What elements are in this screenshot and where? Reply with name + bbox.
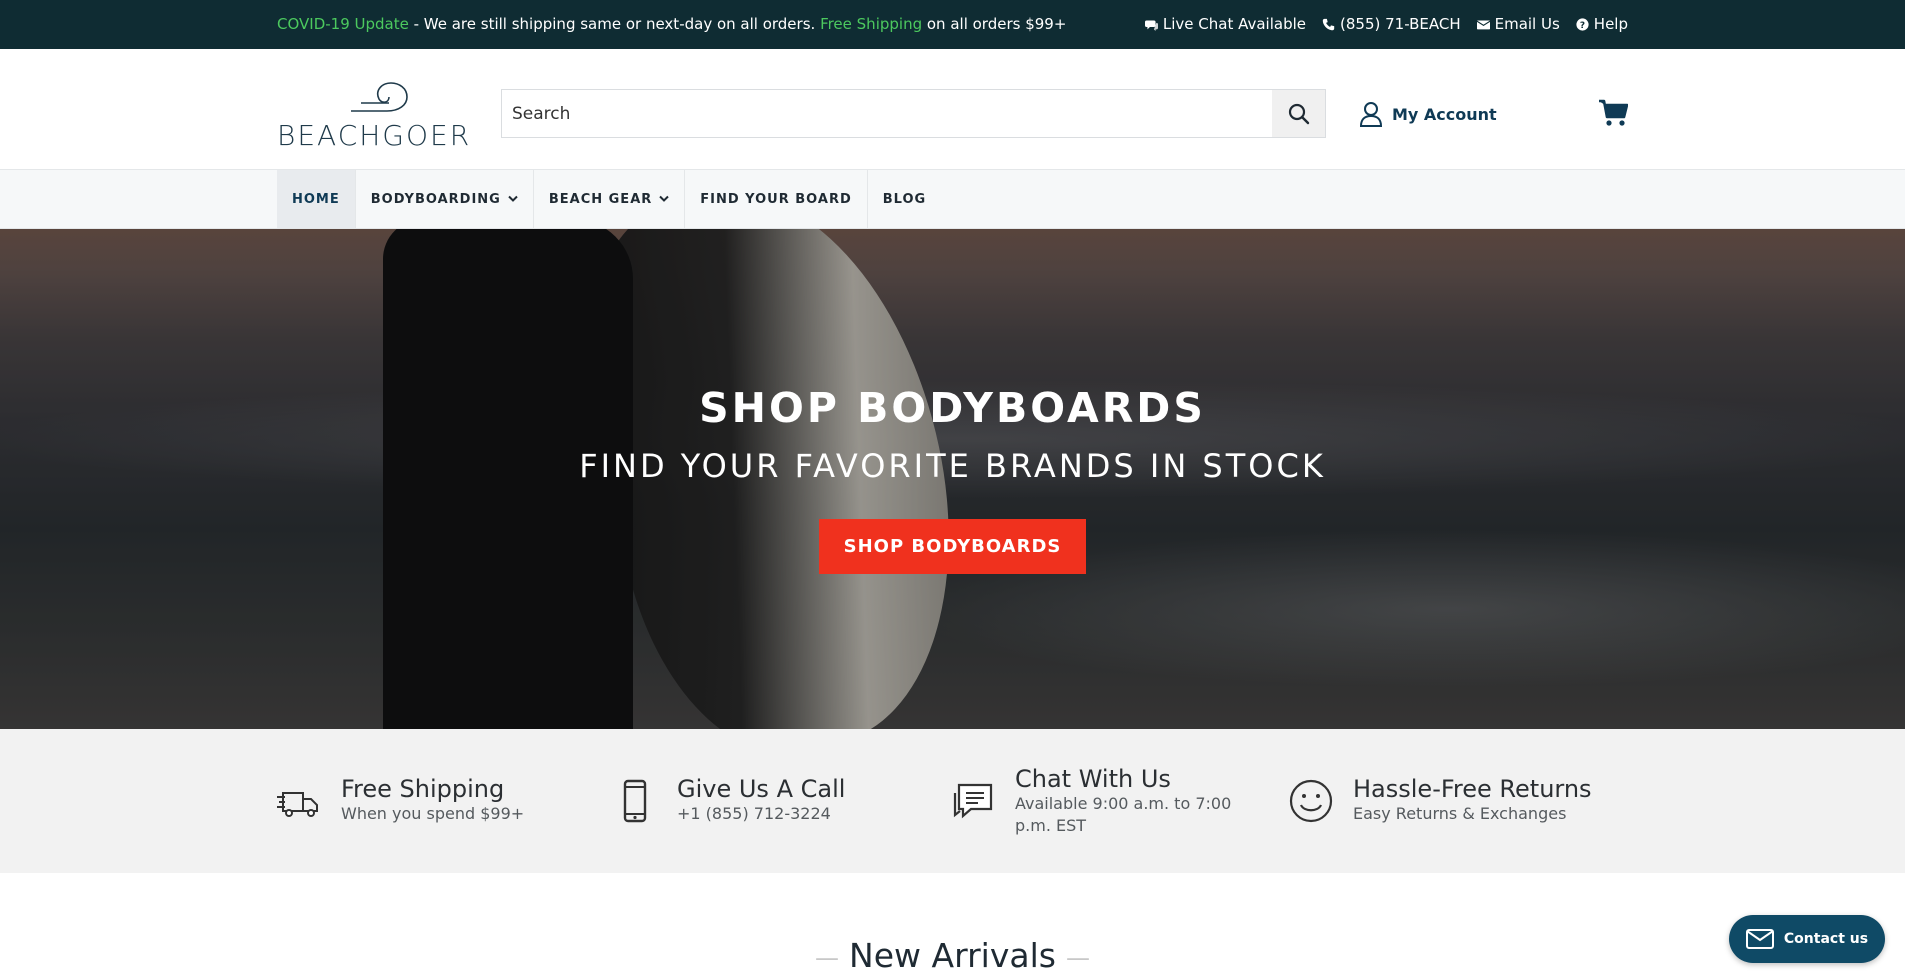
free-shipping-suffix: on all orders $99+ — [922, 15, 1067, 33]
feature-title: Hassle-Free Returns — [1353, 775, 1592, 803]
nav-item-label: BLOG — [882, 191, 927, 207]
phone-icon — [1322, 18, 1335, 30]
email-link[interactable]: Email Us — [1476, 15, 1560, 33]
main-navigation: HOME BODYBOARDING BEACH GEAR FIND YOUR B… — [0, 170, 1905, 229]
truck-icon — [277, 792, 318, 817]
help-label: Help — [1593, 15, 1628, 33]
feature-subtitle: When you spend $99+ — [341, 804, 525, 823]
feature-title: Chat With Us — [1015, 765, 1171, 793]
search-icon — [1288, 103, 1309, 124]
search-input[interactable] — [502, 90, 1272, 137]
heading-dash-right: — — [1065, 943, 1090, 972]
phone-label: (855) 71-BEACH — [1340, 15, 1461, 33]
feature-subtitle: Easy Returns & Exchanges — [1353, 804, 1567, 823]
nav-item-label: HOME — [292, 191, 340, 207]
covid-announcement: COVID-19 Update - We are still shipping … — [277, 15, 1066, 33]
envelope-icon — [1745, 929, 1774, 949]
nav-item-beach-gear[interactable]: BEACH GEAR — [534, 170, 686, 228]
phone-link[interactable]: (855) 71-BEACH — [1322, 15, 1461, 33]
shopping-cart-icon — [1599, 99, 1629, 126]
utility-links: Live Chat Available (855) 71-BEACH Email… — [1144, 15, 1628, 33]
covid-message: - We are still shipping same or next-day… — [408, 15, 821, 33]
feature-returns: Hassle-Free Returns Easy Returns & Excha… — [1289, 775, 1603, 825]
hero-title: SHOP BODYBOARDS — [699, 384, 1206, 432]
feature-chat: Chat With Us Available 9:00 a.m. to 7:00… — [951, 765, 1265, 837]
contact-us-label: Contact us — [1783, 931, 1869, 947]
hero-banner: SHOP BODYBOARDS FIND YOUR FAVORITE BRAND… — [0, 229, 1905, 729]
new-arrivals-title: New Arrivals — [849, 936, 1056, 975]
mobile-phone-icon — [623, 779, 647, 823]
chevron-down-icon — [508, 195, 518, 202]
new-arrivals-heading: — New Arrivals — — [0, 936, 1905, 975]
features-strip: Free Shipping When you spend $99+ Give U… — [0, 729, 1905, 873]
feature-subtitle: Available 9:00 a.m. to 7:00 p.m. EST — [1015, 794, 1232, 835]
contact-us-button[interactable]: Contact us — [1729, 915, 1885, 963]
feature-title: Give Us A Call — [677, 775, 846, 803]
feature-title: Free Shipping — [341, 775, 505, 803]
nav-item-find-your-board[interactable]: FIND YOUR BOARD — [685, 170, 868, 228]
question-circle-icon: ? — [1576, 17, 1589, 30]
envelope-icon — [1476, 19, 1490, 29]
feature-call: Give Us A Call +1 (855) 712-3224 — [613, 775, 927, 825]
email-label: Email Us — [1494, 15, 1560, 33]
covid-update-link[interactable]: COVID-19 Update — [277, 15, 409, 33]
search-bar — [501, 89, 1326, 138]
chat-icon — [953, 783, 993, 819]
feature-subtitle: +1 (855) 712-3224 — [677, 804, 831, 823]
nav-item-home[interactable]: HOME — [277, 170, 356, 228]
beachgoer-logo[interactable]: BEACHGOER — [277, 81, 479, 152]
svg-text:?: ? — [1580, 20, 1585, 30]
nav-item-label: BODYBOARDING — [370, 191, 501, 207]
live-chat-label: Live Chat Available — [1162, 15, 1307, 33]
feature-free-shipping: Free Shipping When you spend $99+ — [277, 775, 591, 825]
help-link[interactable]: ? Help — [1576, 15, 1628, 33]
announcement-bar: COVID-19 Update - We are still shipping … — [0, 0, 1905, 49]
smiley-icon — [1289, 779, 1333, 823]
logo-wordmark: BEACHGOER — [277, 119, 472, 152]
heading-dash-left: — — [815, 943, 840, 972]
nav-item-bodyboarding[interactable]: BODYBOARDING — [356, 170, 534, 228]
user-icon — [1359, 102, 1383, 127]
nav-item-blog[interactable]: BLOG — [868, 170, 941, 228]
live-chat-link[interactable]: Live Chat Available — [1144, 15, 1307, 33]
nav-item-label: BEACH GEAR — [548, 191, 653, 207]
wave-logo-icon — [351, 82, 408, 112]
my-account-link[interactable]: My Account — [1359, 101, 1497, 127]
hero-subtitle: FIND YOUR FAVORITE BRANDS IN STOCK — [579, 447, 1326, 485]
site-header: BEACHGOER My Account — [0, 49, 1905, 170]
cart-button[interactable] — [1598, 99, 1629, 127]
chevron-down-icon — [659, 195, 669, 202]
shop-bodyboards-button[interactable]: SHOP BODYBOARDS — [819, 519, 1086, 574]
search-button[interactable] — [1272, 90, 1325, 137]
nav-item-label: FIND YOUR BOARD — [700, 191, 852, 207]
chat-bubble-icon — [1144, 19, 1158, 31]
my-account-label: My Account — [1392, 104, 1497, 124]
free-shipping-link[interactable]: Free Shipping — [820, 15, 922, 33]
